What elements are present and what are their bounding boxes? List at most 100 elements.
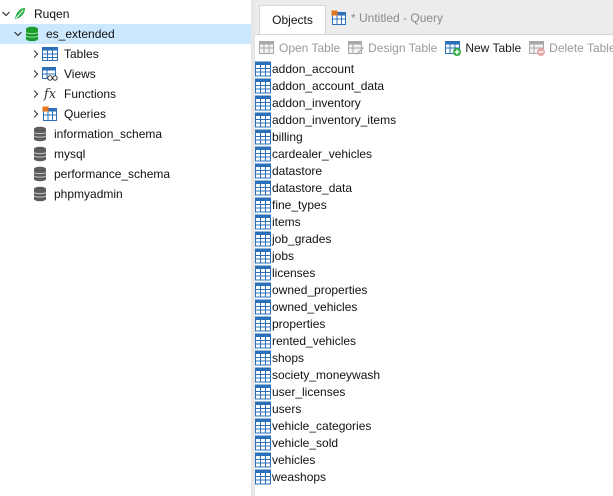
button-label: Delete Table bbox=[549, 41, 613, 55]
navigation-pane: Ruqen es_extended Tables Views fx Functi… bbox=[0, 0, 251, 496]
database-icon bbox=[32, 186, 48, 202]
table-name: owned_properties bbox=[272, 282, 368, 297]
database-node-es-extended[interactable]: es_extended bbox=[0, 24, 251, 44]
table-name: properties bbox=[272, 316, 326, 331]
table-name: rented_vehicles bbox=[272, 333, 357, 348]
function-icon: fx bbox=[43, 86, 57, 102]
nav-item-views[interactable]: Views bbox=[0, 64, 251, 84]
delete-table-button[interactable]: Delete Table bbox=[529, 40, 613, 56]
chevron-right-icon[interactable] bbox=[30, 84, 42, 104]
table-name: datastore bbox=[272, 163, 323, 178]
nav-item-label: Tables bbox=[64, 47, 99, 61]
table-row[interactable]: weashops bbox=[255, 468, 613, 485]
nav-item-tables[interactable]: Tables bbox=[0, 44, 251, 64]
table-row[interactable]: vehicle_categories bbox=[255, 417, 613, 434]
table-icon bbox=[255, 452, 271, 468]
table-row[interactable]: vehicle_sold bbox=[255, 434, 613, 451]
button-label: Open Table bbox=[279, 41, 341, 55]
table-name: cardealer_vehicles bbox=[272, 146, 373, 161]
table-icon bbox=[255, 61, 271, 77]
table-icon bbox=[255, 95, 271, 111]
table-row[interactable]: owned_vehicles bbox=[255, 298, 613, 315]
table-row[interactable]: addon_inventory bbox=[255, 94, 613, 111]
tab-label: Objects bbox=[272, 13, 313, 27]
table-row[interactable]: datastore bbox=[255, 162, 613, 179]
table-icon bbox=[255, 367, 271, 383]
objects-pane: Objects * Untitled - Query Open Table De… bbox=[255, 0, 613, 496]
tab-label: * Untitled - Query bbox=[351, 11, 444, 25]
chevron-right-icon[interactable] bbox=[30, 104, 42, 124]
table-row[interactable]: addon_inventory_items bbox=[255, 111, 613, 128]
table-row[interactable]: job_grades bbox=[255, 230, 613, 247]
table-name: vehicles bbox=[272, 452, 316, 467]
table-row[interactable]: items bbox=[255, 213, 613, 230]
table-row[interactable]: vehicles bbox=[255, 451, 613, 468]
nav-item-queries[interactable]: Queries bbox=[0, 104, 251, 124]
table-row[interactable]: user_licenses bbox=[255, 383, 613, 400]
chevron-down-icon[interactable] bbox=[12, 24, 24, 44]
table-icon bbox=[255, 231, 271, 247]
table-name: vehicle_sold bbox=[272, 435, 339, 450]
table-icon bbox=[255, 299, 271, 315]
table-icon bbox=[255, 282, 271, 298]
connection-label: Ruqen bbox=[34, 7, 70, 21]
table-icon bbox=[255, 129, 271, 145]
nav-item-functions[interactable]: fx Functions bbox=[0, 84, 251, 104]
chevron-right-icon[interactable] bbox=[30, 64, 42, 84]
table-icon bbox=[255, 316, 271, 332]
table-row[interactable]: properties bbox=[255, 315, 613, 332]
table-icon bbox=[255, 333, 271, 349]
design-table-button[interactable]: Design Table bbox=[348, 40, 437, 56]
table-icon bbox=[255, 265, 271, 281]
table-name: user_licenses bbox=[272, 384, 346, 399]
database-node-performance-schema[interactable]: performance_schema bbox=[0, 164, 251, 184]
open-table-button[interactable]: Open Table bbox=[259, 40, 340, 56]
database-node-information-schema[interactable]: information_schema bbox=[0, 124, 251, 144]
table-row[interactable]: billing bbox=[255, 128, 613, 145]
table-row[interactable]: rented_vehicles bbox=[255, 332, 613, 349]
tab-bar: Objects * Untitled - Query bbox=[255, 0, 613, 35]
table-row[interactable]: cardealer_vehicles bbox=[255, 145, 613, 162]
table-name: jobs bbox=[272, 248, 295, 263]
table-row[interactable]: users bbox=[255, 400, 613, 417]
database-label: performance_schema bbox=[54, 167, 171, 181]
table-name: vehicle_categories bbox=[272, 418, 372, 433]
table-row[interactable]: jobs bbox=[255, 247, 613, 264]
tab-objects[interactable]: Objects bbox=[259, 5, 326, 34]
table-name: owned_vehicles bbox=[272, 299, 358, 314]
chevron-right-icon[interactable] bbox=[30, 44, 42, 64]
table-row[interactable]: society_moneywash bbox=[255, 366, 613, 383]
table-icon bbox=[255, 146, 271, 162]
tab-untitled-query[interactable]: * Untitled - Query bbox=[327, 5, 541, 31]
table-row[interactable]: addon_account bbox=[255, 60, 613, 77]
database-icon bbox=[24, 26, 40, 42]
database-node-phpmyadmin[interactable]: phpmyadmin bbox=[0, 184, 251, 204]
database-node-mysql[interactable]: mysql bbox=[0, 144, 251, 164]
delete-table-icon bbox=[529, 40, 546, 56]
table-name: addon_inventory_items bbox=[272, 112, 397, 127]
design-table-icon bbox=[348, 40, 365, 56]
table-row[interactable]: shops bbox=[255, 349, 613, 366]
nav-item-label: Views bbox=[64, 67, 96, 81]
table-row[interactable]: owned_properties bbox=[255, 281, 613, 298]
table-name: billing bbox=[272, 129, 303, 144]
table-icon bbox=[255, 248, 271, 264]
table-name: datastore_data bbox=[272, 180, 353, 195]
table-icon bbox=[255, 112, 271, 128]
nav-item-label: Functions bbox=[64, 87, 117, 101]
table-name: addon_inventory bbox=[272, 95, 361, 110]
table-name: addon_account bbox=[272, 61, 355, 76]
connection-node[interactable]: Ruqen bbox=[0, 4, 251, 24]
new-table-button[interactable]: New Table bbox=[445, 40, 521, 56]
table-icon bbox=[255, 214, 271, 230]
chevron-down-icon[interactable] bbox=[0, 4, 12, 24]
table-name: shops bbox=[272, 350, 305, 365]
table-row[interactable]: licenses bbox=[255, 264, 613, 281]
table-name: society_moneywash bbox=[272, 367, 381, 382]
table-icon bbox=[255, 197, 271, 213]
table-row[interactable]: fine_types bbox=[255, 196, 613, 213]
table-icon bbox=[255, 78, 271, 94]
table-row[interactable]: addon_account_data bbox=[255, 77, 613, 94]
table-icon bbox=[255, 163, 271, 179]
table-row[interactable]: datastore_data bbox=[255, 179, 613, 196]
